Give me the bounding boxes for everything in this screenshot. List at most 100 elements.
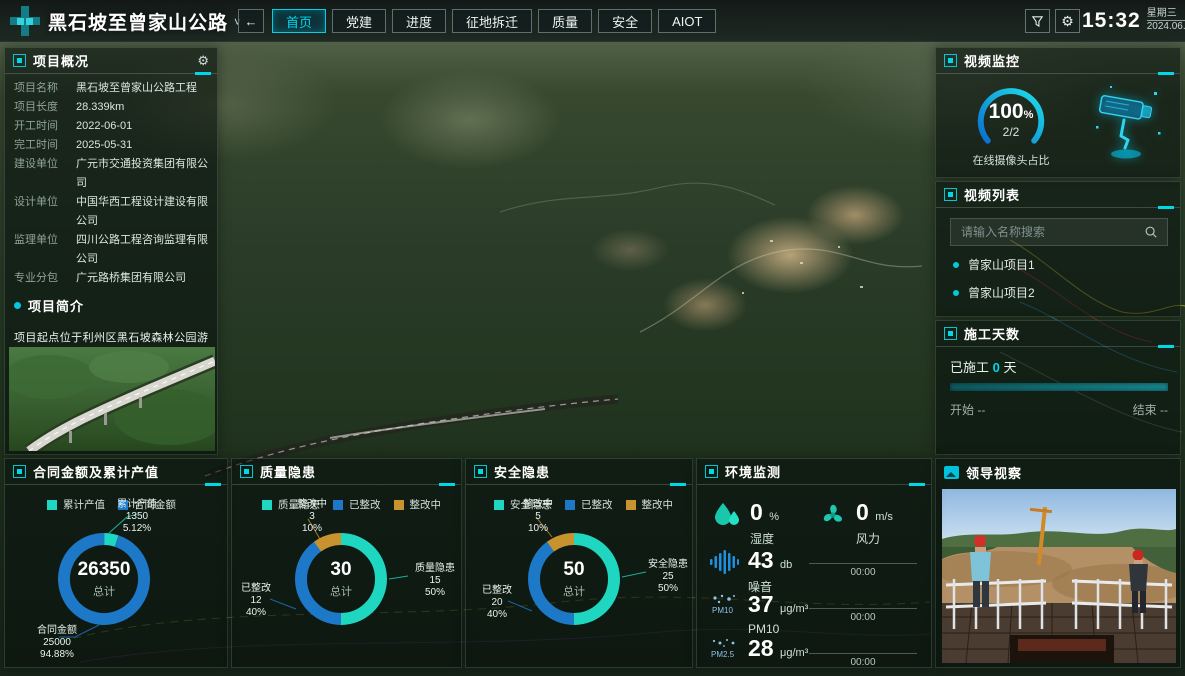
donut-total: 30 [330, 559, 351, 581]
gauge-caption: 在线摄像头占比 [941, 152, 1081, 168]
field-row: 建设单位广元市交通投资集团有限公司 [5, 155, 217, 193]
gauge-unit: % [1024, 109, 1034, 121]
project-aerial-photo [9, 347, 215, 451]
callout-rectifying: 整改中510% [510, 499, 566, 535]
pm25-sparkline-axis: 00:00 [809, 653, 917, 654]
callout-rectified: 已整改2040% [472, 585, 522, 621]
cctv-camera-icon [1088, 80, 1168, 164]
fan-icon [819, 501, 847, 529]
overview-title: 项目概况 [33, 51, 89, 70]
field-row: 开工时间2022-06-01 [5, 117, 217, 136]
header-accent-dash [195, 72, 211, 75]
svg-text:PM2.5: PM2.5 [711, 650, 735, 659]
end-label: 结束 [1133, 403, 1157, 417]
video-list-item[interactable]: 曾家山项目2 [953, 284, 1035, 301]
construction-days-title: 施工天数 [964, 324, 1020, 343]
tab-progress[interactable]: 进度 [392, 9, 446, 33]
svg-text:PM10: PM10 [712, 606, 733, 615]
field-value: 四川公路工程咨询监理有限公司 [76, 231, 208, 269]
sound-wave-icon [709, 549, 739, 575]
days-built-value: 0 [993, 360, 1000, 375]
field-row: 项目长度28.339km [5, 98, 217, 117]
header-accent-dash [670, 483, 686, 486]
video-list-item[interactable]: 曾家山项目1 [953, 256, 1035, 273]
page-title: 黑石坡至曾家山公路 [48, 8, 228, 35]
filter-button[interactable] [1025, 9, 1050, 33]
noise-sparkline-axis: 00:00 [809, 563, 917, 564]
droplets-icon [713, 501, 741, 531]
video-list-title: 视频列表 [964, 185, 1020, 204]
field-value: 2025-05-31 [76, 136, 208, 155]
callout-cumulative-output: 累计产值13505.12% [105, 499, 169, 535]
field-row: 完工时间2025-05-31 [5, 136, 217, 155]
pm10-particles-icon: PM10 [709, 593, 739, 621]
donut-total-label: 总计 [330, 583, 352, 599]
contract-donut-chart: 26350 总计 [54, 529, 154, 629]
field-value: 广元路桥集团有限公司 [76, 269, 208, 288]
clock: 15:32 星期三 2024.06.05 [1082, 8, 1185, 33]
field-label: 项目名称 [14, 79, 76, 98]
leader-visit-photo [942, 489, 1176, 663]
gauge-value: 100 [989, 100, 1024, 123]
project-title-switcher[interactable]: 黑石坡至曾家山公路 ˅ [48, 8, 241, 35]
panel-bracket-icon [13, 54, 26, 67]
panel-leader-visit: 领导视察 [935, 458, 1181, 668]
start-label: 开始 [950, 403, 974, 417]
weekday-text: 星期三 [1147, 8, 1185, 21]
panel-project-overview: 项目概况 ⚙ 项目名称黑石坡至曾家山公路工程 项目长度28.339km 开工时间… [4, 47, 218, 455]
panel-bracket-icon [944, 327, 957, 340]
camera-dot-icon [953, 290, 959, 296]
days-built-text: 已施工 0 天 [950, 357, 1017, 376]
tab-home[interactable]: 首页 [272, 9, 326, 33]
panel-contract-output: 合同金额及累计产值 累计产值 合同金额 26350 总计 累计产值13505.1… [4, 458, 228, 668]
pm25-particles-icon: PM2.5 [709, 637, 739, 665]
main-nav-tabs: 首页 党建 进度 征地拆迁 质量 安全 AIOT [272, 9, 716, 33]
days-built-unit: 天 [1004, 360, 1017, 375]
donut-total-label: 总计 [563, 583, 585, 599]
pm10-sparkline-axis: 00:00 [809, 608, 917, 609]
contract-chart-title: 合同金额及累计产值 [33, 462, 159, 481]
donut-total: 26350 [78, 559, 131, 581]
tab-party-building[interactable]: 党建 [332, 9, 386, 33]
field-row: 专业分包广元路桥集团有限公司 [5, 269, 217, 288]
settings-button[interactable]: ⚙ [1055, 9, 1080, 33]
intro-title: 项目简介 [28, 296, 84, 315]
search-icon[interactable] [1144, 225, 1158, 239]
field-value: 黑石坡至曾家山公路工程 [76, 79, 208, 98]
tab-safety[interactable]: 安全 [598, 9, 652, 33]
safety-chart-title: 安全隐患 [494, 462, 550, 481]
panel-bracket-icon [944, 188, 957, 201]
env-noise: 43 db 噪音 [709, 549, 792, 595]
safety-donut-chart: 50 总计 [524, 529, 624, 629]
callout-rectifying: 整改中310% [284, 499, 340, 535]
header-accent-dash [439, 483, 455, 486]
gauge-ratio: 2/2 [969, 125, 1053, 139]
start-value: -- [977, 403, 985, 417]
bullet-dot-icon [14, 302, 21, 309]
field-label: 设计单位 [14, 193, 76, 231]
field-value: 广元市交通投资集团有限公司 [76, 155, 208, 193]
end-date: 结束 -- [1133, 401, 1168, 418]
panel-video-monitor: 视频监控 100% 2/2 在线摄像头占比 [935, 47, 1181, 178]
panel-bracket-icon [13, 465, 26, 478]
tab-quality[interactable]: 质量 [538, 9, 592, 33]
video-item-label: 曾家山项目1 [968, 256, 1035, 273]
callout-contract-amount: 合同金额2500094.88% [21, 625, 93, 661]
photo-icon [944, 466, 959, 479]
tab-land-acquisition[interactable]: 征地拆迁 [452, 9, 532, 33]
field-label: 专业分包 [14, 269, 76, 288]
camera-dot-icon [953, 262, 959, 268]
tab-aiot[interactable]: AIOT [658, 9, 716, 33]
callout-safety-hazard: 安全隐患2550% [642, 559, 693, 595]
back-button[interactable]: ← [238, 9, 264, 33]
app-logo-icon [10, 6, 40, 36]
gauge-center: 100% 2/2 [969, 100, 1053, 139]
field-label: 项目长度 [14, 98, 76, 117]
header-accent-dash [909, 483, 925, 486]
callout-rectified: 已整改1240% [232, 583, 280, 619]
gear-icon[interactable]: ⚙ [197, 53, 209, 69]
video-search-input[interactable] [950, 218, 1168, 246]
gear-icon: ⚙ [1061, 13, 1074, 30]
video-item-label: 曾家山项目2 [968, 284, 1035, 301]
field-row: 监理单位四川公路工程咨询监理有限公司 [5, 231, 217, 269]
